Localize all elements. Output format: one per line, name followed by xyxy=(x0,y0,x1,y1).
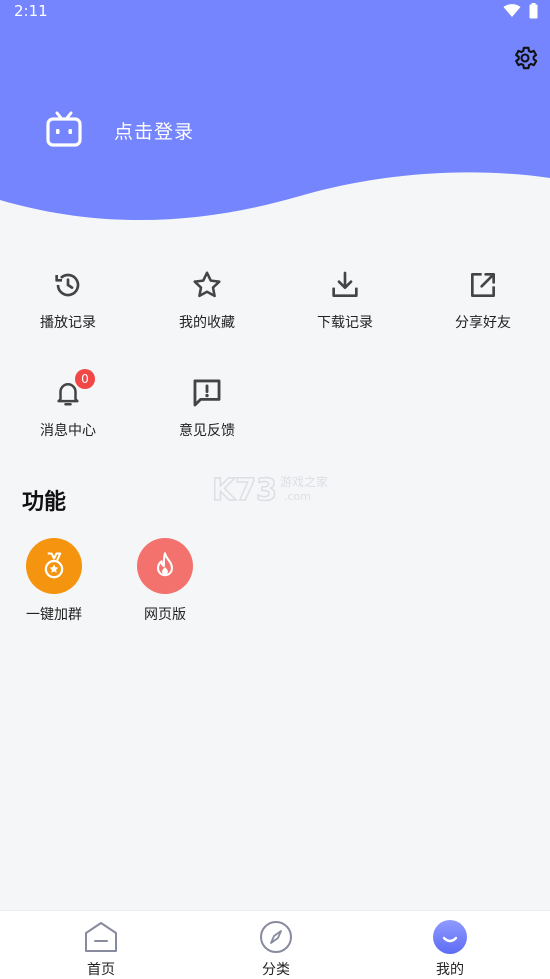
grid-label: 分享好友 xyxy=(455,315,511,331)
nav-label: 分类 xyxy=(262,962,290,978)
share-icon xyxy=(471,273,495,297)
svg-text:游戏之家: 游戏之家 xyxy=(280,474,328,489)
unread-badge: 0 xyxy=(75,369,95,389)
grid-label: 意见反馈 xyxy=(179,423,235,439)
feature-join-group[interactable]: 一键加群 xyxy=(9,538,99,624)
download-icon xyxy=(332,271,358,297)
grid-label: 我的收藏 xyxy=(179,315,235,331)
nav-item-category[interactable]: 分类 xyxy=(226,919,326,979)
features-title: 功能 xyxy=(22,490,67,515)
status-time: 2:11 xyxy=(14,2,48,20)
status-bar: 2:11 xyxy=(0,0,550,24)
wifi-icon xyxy=(503,4,521,18)
tv-icon xyxy=(46,111,82,147)
medal-icon xyxy=(44,552,64,579)
bottom-navigation: 首页 分类 我的 xyxy=(0,910,550,979)
battery-icon xyxy=(529,3,538,19)
svg-text:K73: K73 xyxy=(212,473,277,508)
star-icon xyxy=(193,271,221,298)
nav-label: 首页 xyxy=(87,962,115,978)
grid-item-downloads[interactable]: 下载记录 xyxy=(290,268,400,332)
history-icon xyxy=(55,273,80,297)
grid-item-feedback[interactable]: 意见反馈 xyxy=(152,376,262,440)
settings-button[interactable] xyxy=(509,42,541,74)
feature-label: 一键加群 xyxy=(26,607,82,623)
feedback-icon xyxy=(193,379,221,407)
feature-web-version[interactable]: 网页版 xyxy=(120,538,210,624)
grid-label: 播放记录 xyxy=(40,315,96,331)
k73-watermark-logo: K73 游戏之家 .com xyxy=(212,472,328,509)
compass-icon xyxy=(260,921,292,953)
smile-icon xyxy=(433,920,467,954)
nav-item-mine[interactable]: 我的 xyxy=(400,919,500,979)
svg-text:.com: .com xyxy=(284,490,311,503)
flame-icon xyxy=(157,552,173,577)
login-label: 点击登录 xyxy=(114,120,195,143)
home-icon xyxy=(85,922,117,952)
nav-label: 我的 xyxy=(436,962,464,978)
grid-label: 消息中心 xyxy=(40,423,96,439)
grid-label: 下载记录 xyxy=(317,315,373,331)
login-entry[interactable]: 点击登录 xyxy=(44,108,194,152)
grid-item-messages[interactable]: 0 消息中心 xyxy=(13,369,123,440)
grid-item-favorites[interactable]: 我的收藏 xyxy=(152,268,262,332)
grid-item-share[interactable]: 分享好友 xyxy=(428,268,538,332)
gear-icon xyxy=(515,46,538,70)
grid-item-history[interactable]: 播放记录 xyxy=(13,268,123,332)
feature-label: 网页版 xyxy=(144,607,186,623)
nav-item-home[interactable]: 首页 xyxy=(51,919,151,979)
